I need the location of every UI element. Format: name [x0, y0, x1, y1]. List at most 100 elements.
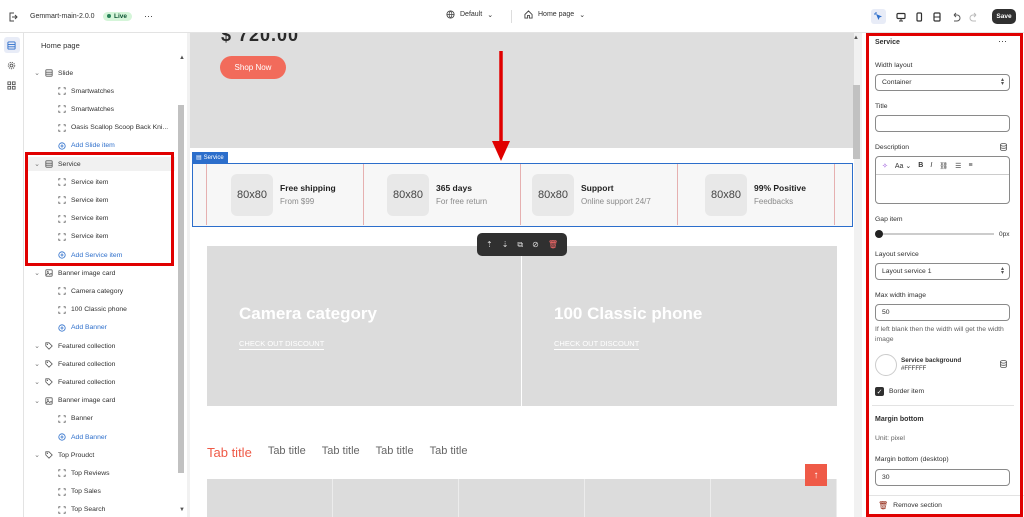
scrollbar-thumb[interactable]: [178, 105, 184, 473]
service-divider: [834, 164, 835, 225]
chevron-down-icon[interactable]: ⌄: [33, 69, 41, 77]
tree-block-item[interactable]: Top Search: [25, 503, 175, 517]
service-subtitle: From $99: [280, 197, 315, 206]
chevron-down-icon[interactable]: ⌄: [33, 342, 41, 350]
tree-block-item[interactable]: Smartwatches: [25, 84, 175, 98]
product-card[interactable]: [459, 479, 585, 517]
tree-section-item[interactable]: ⌄ Featured collection: [25, 339, 175, 353]
apps-nav-button[interactable]: [4, 77, 20, 93]
tree-scrollbar[interactable]: ▲ ▼: [177, 55, 185, 517]
tree-item-label: Featured collection: [58, 342, 116, 350]
tree-block-item[interactable]: Top Reviews: [25, 466, 175, 480]
shop-now-button[interactable]: Shop Now: [220, 56, 286, 79]
service-subtitle: For free return: [436, 197, 488, 206]
tree-item-label: Top Sales: [71, 488, 101, 496]
banner-card[interactable]: 100 Classic phone CHECK OUT DISCOUNT: [522, 246, 837, 406]
tab-title[interactable]: Tab title: [207, 445, 252, 460]
product-card[interactable]: [333, 479, 459, 517]
canvas-scrollbar[interactable]: ▲: [852, 35, 861, 517]
tree-block-item[interactable]: Banner: [25, 412, 175, 426]
service-item[interactable]: 80x80 Free shipping From $99: [231, 164, 336, 225]
banner-card[interactable]: Camera category CHECK OUT DISCOUNT: [207, 246, 521, 406]
tree-item-label: Featured collection: [58, 360, 116, 368]
plus-circle-icon: [57, 323, 67, 333]
add-block-button[interactable]: Add Slide item: [25, 139, 175, 153]
globe-icon: [446, 10, 455, 19]
service-image-placeholder: 80x80: [387, 173, 429, 216]
more-menu-button[interactable]: ···: [144, 11, 153, 21]
back-to-top-button[interactable]: ↑: [805, 464, 827, 486]
tree-item-label: Smartwatches: [71, 105, 115, 113]
tree-section-item[interactable]: ⌄ Featured collection: [25, 357, 175, 371]
scroll-up-arrow[interactable]: ▲: [853, 35, 859, 41]
add-block-button[interactable]: Add Banner: [25, 321, 175, 335]
save-button[interactable]: Save: [992, 9, 1016, 24]
hide-icon[interactable]: ⊘: [532, 240, 539, 249]
hero-section: $ 720.00 Shop Now: [190, 33, 854, 148]
banner-link[interactable]: CHECK OUT DISCOUNT: [554, 339, 640, 350]
home-icon: [524, 10, 533, 19]
tab-title[interactable]: Tab title: [322, 445, 360, 460]
inspector-toggle[interactable]: [871, 9, 886, 24]
apps-icon: [7, 80, 16, 90]
redo-button[interactable]: [966, 9, 981, 24]
theme-select[interactable]: Default ⌄: [446, 10, 493, 19]
sections-icon: [7, 40, 16, 50]
tag-icon: [44, 450, 54, 460]
fullscreen-view-button[interactable]: [929, 9, 944, 24]
block-icon: [57, 487, 67, 497]
chevron-down-icon[interactable]: ⌄: [33, 360, 41, 368]
service-title: Support: [581, 183, 614, 193]
tree-block-item[interactable]: Camera category: [25, 284, 175, 298]
store-preview: $ 720.00 Shop Now ▤ Service 80x80 Free s…: [190, 33, 854, 517]
service-divider: [520, 164, 521, 225]
undo-button[interactable]: [948, 9, 963, 24]
scroll-down-arrow[interactable]: ▼: [179, 507, 185, 513]
tree-item-label: Slide: [58, 69, 74, 77]
sections-nav-button[interactable]: [3, 37, 20, 53]
block-icon: [57, 505, 67, 515]
tree-block-item[interactable]: 100 Classic phone: [25, 303, 175, 317]
chevron-down-icon[interactable]: ⌄: [33, 451, 41, 459]
mobile-view-button[interactable]: [911, 9, 926, 24]
service-section[interactable]: 80x80 Free shipping From $99 80x80 365 d…: [192, 163, 853, 227]
service-item[interactable]: 80x80 Support Online support 24/7: [532, 164, 651, 225]
service-item[interactable]: 80x80 365 days For free return: [387, 164, 487, 225]
banner-link[interactable]: CHECK OUT DISCOUNT: [239, 339, 325, 350]
banner-title: 100 Classic phone: [554, 304, 703, 323]
exit-icon[interactable]: [5, 9, 20, 24]
tree-section-item[interactable]: ⌄ Banner image card: [25, 266, 175, 280]
chevron-down-icon[interactable]: ⌄: [33, 378, 41, 386]
tab-title[interactable]: Tab title: [430, 445, 468, 460]
tree-section-item[interactable]: ⌄ Slide: [25, 66, 175, 80]
settings-nav-button[interactable]: [4, 57, 20, 73]
tree-section-item[interactable]: ⌄ Top Proudct: [25, 448, 175, 462]
delete-icon[interactable]: 🗑: [548, 240, 558, 249]
tree-block-item[interactable]: Smartwatches: [25, 102, 175, 116]
tab-title[interactable]: Tab title: [268, 445, 306, 460]
service-subtitle: Feedbacks: [754, 197, 794, 206]
tab-title[interactable]: Tab title: [376, 445, 414, 460]
tree-item-label: Banner: [71, 415, 93, 423]
service-item[interactable]: 80x80 99% Positive Feedbacks: [705, 164, 806, 225]
move-up-icon[interactable]: ⇡: [486, 240, 493, 249]
undo-icon: [953, 12, 960, 21]
scroll-up-arrow[interactable]: ▲: [179, 55, 185, 61]
product-card[interactable]: [207, 479, 333, 517]
page-select[interactable]: Home page ⌄: [524, 10, 585, 19]
tree-block-item[interactable]: Top Sales: [25, 485, 175, 499]
move-down-icon[interactable]: ⇣: [502, 240, 509, 249]
scrollbar-thumb[interactable]: [853, 85, 860, 159]
block-icon: [57, 414, 67, 424]
service-section-tag: ▤ Service: [192, 152, 228, 163]
duplicate-icon[interactable]: ⧉: [517, 240, 523, 250]
chevron-down-icon[interactable]: ⌄: [33, 269, 41, 277]
chevron-down-icon[interactable]: ⌄: [33, 397, 41, 405]
add-block-button[interactable]: Add Banner: [25, 430, 175, 444]
page-select-label: Home page: [538, 11, 575, 18]
tree-section-item[interactable]: ⌄ Banner image card: [25, 394, 175, 408]
tree-block-item[interactable]: Oasis Scallop Scoop Back Kni...: [25, 121, 175, 135]
desktop-view-button[interactable]: [893, 9, 908, 24]
product-card[interactable]: [585, 479, 711, 517]
tree-section-item[interactable]: ⌄ Featured collection: [25, 375, 175, 389]
